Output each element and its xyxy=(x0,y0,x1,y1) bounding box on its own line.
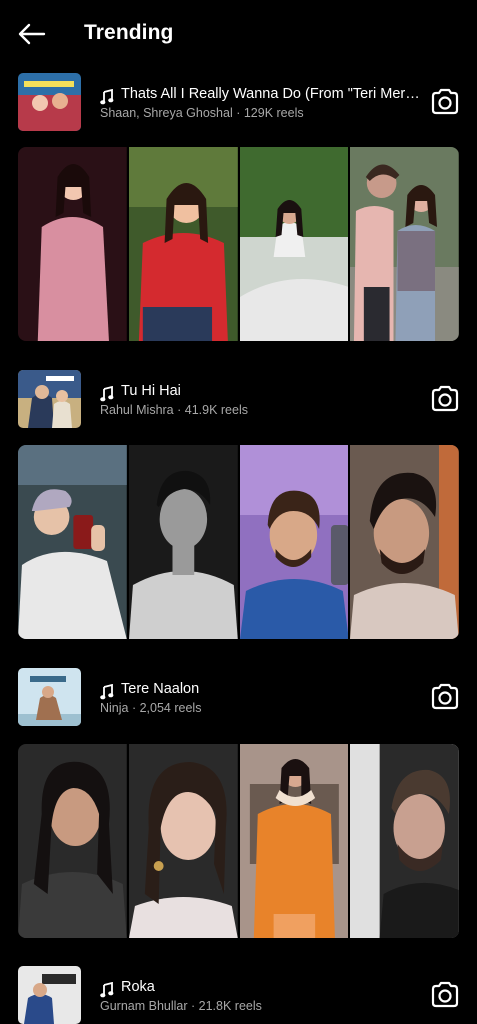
album-cover[interactable] xyxy=(18,668,81,726)
page-title: Trending xyxy=(84,21,174,44)
song-title: Tere Naalon xyxy=(121,681,200,697)
music-note-icon xyxy=(100,386,114,402)
camera-icon[interactable] xyxy=(428,978,462,1012)
song-meta: Gurnam Bhullar · 21.8K reels xyxy=(100,999,262,1013)
track-section: Tu Hi Hai Rahul Mishra · 41.9K reels xyxy=(0,370,477,640)
song-title: Thats All I Really Wanna Do (From "Teri … xyxy=(121,86,421,102)
reel-thumbnail[interactable] xyxy=(18,147,127,341)
music-note-icon xyxy=(100,89,114,105)
music-note-icon xyxy=(100,982,114,998)
reel-thumbnail[interactable] xyxy=(350,147,459,341)
back-button[interactable] xyxy=(14,18,50,50)
reels-grid xyxy=(18,445,459,639)
track-header[interactable]: Tu Hi Hai Rahul Mishra · 41.9K reels xyxy=(0,370,477,432)
camera-icon[interactable] xyxy=(428,85,462,119)
song-meta: Rahul Mishra · 41.9K reels xyxy=(100,403,248,417)
track-section: Thats All I Really Wanna Do (From "Teri … xyxy=(0,73,477,343)
reel-thumbnail[interactable] xyxy=(239,445,349,639)
camera-icon[interactable] xyxy=(428,382,462,416)
track-header[interactable]: Roka Gurnam Bhullar · 21.8K reels xyxy=(0,966,477,1024)
track-section: Tere Naalon Ninja · 2,054 reels xyxy=(0,668,477,938)
reel-thumbnail[interactable] xyxy=(239,147,349,341)
album-cover[interactable] xyxy=(18,73,81,131)
reel-thumbnail[interactable] xyxy=(18,744,127,938)
reel-thumbnail[interactable] xyxy=(128,147,238,341)
track-header[interactable]: Thats All I Really Wanna Do (From "Teri … xyxy=(0,73,477,135)
reel-thumbnail[interactable] xyxy=(239,744,349,938)
camera-icon[interactable] xyxy=(428,680,462,714)
reel-thumbnail[interactable] xyxy=(18,445,127,639)
song-meta: Ninja · 2,054 reels xyxy=(100,701,202,715)
arrow-left-icon xyxy=(18,23,46,45)
reel-thumbnail[interactable] xyxy=(128,445,238,639)
song-meta: Shaan, Shreya Ghoshal · 129K reels xyxy=(100,106,304,120)
top-bar: Trending xyxy=(0,0,477,68)
reel-thumbnail[interactable] xyxy=(350,445,459,639)
song-title: Roka xyxy=(121,979,155,995)
track-header[interactable]: Tere Naalon Ninja · 2,054 reels xyxy=(0,668,477,730)
reels-grid xyxy=(18,744,459,938)
album-cover[interactable] xyxy=(18,370,81,428)
music-note-icon xyxy=(100,684,114,700)
track-section: Roka Gurnam Bhullar · 21.8K reels xyxy=(0,966,477,1024)
reel-thumbnail[interactable] xyxy=(350,744,459,938)
album-cover[interactable] xyxy=(18,966,81,1024)
song-title: Tu Hi Hai xyxy=(121,383,181,399)
reels-grid xyxy=(18,147,459,341)
reel-thumbnail[interactable] xyxy=(128,744,238,938)
